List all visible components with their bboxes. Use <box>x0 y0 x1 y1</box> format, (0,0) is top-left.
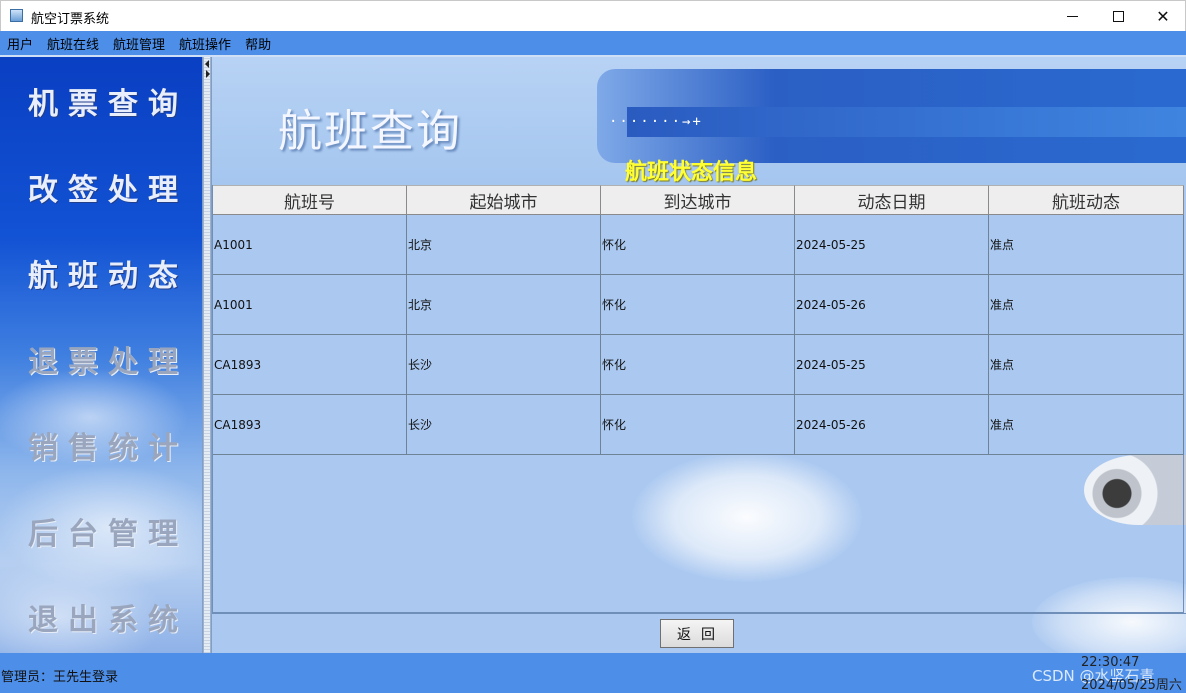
column-header-destination[interactable]: 到达城市 <box>601 185 795 215</box>
column-header-flight-no[interactable]: 航班号 <box>213 185 407 215</box>
column-header-status[interactable]: 航班动态 <box>989 185 1184 215</box>
expand-right-icon[interactable] <box>206 70 210 78</box>
sidebar-item-rebooking[interactable]: 改签处理 <box>0 165 203 209</box>
airplane-icon: ·······→+ <box>609 114 703 130</box>
menu-user[interactable]: 用户 <box>7 34 33 53</box>
table-header: 航班号 起始城市 到达城市 动态日期 航班动态 <box>213 185 1184 215</box>
menu-flight-management[interactable]: 航班管理 <box>113 34 165 53</box>
back-button[interactable]: 返回 <box>660 619 734 648</box>
cell-destination[interactable]: 怀化 <box>601 395 795 455</box>
flight-status-table: 航班号 起始城市 到达城市 动态日期 航班动态 A1001 北京 怀化 2024… <box>212 185 1184 613</box>
cell-status[interactable]: 准点 <box>989 275 1184 335</box>
sidebar-item-sales-stats[interactable]: 销售统计 <box>0 423 203 467</box>
cell-date[interactable]: 2024-05-26 <box>795 275 989 335</box>
cell-status[interactable]: 准点 <box>989 395 1184 455</box>
menu-flight-online[interactable]: 航班在线 <box>47 34 99 53</box>
menu-flight-operations[interactable]: 航班操作 <box>179 34 231 53</box>
app-icon <box>10 9 23 22</box>
cell-origin[interactable]: 北京 <box>407 275 601 335</box>
column-header-origin[interactable]: 起始城市 <box>407 185 601 215</box>
maximize-button[interactable] <box>1095 1 1141 31</box>
table-row[interactable]: CA1893 长沙 怀化 2024-05-25 准点 <box>213 335 1184 395</box>
cell-flight-no[interactable]: A1001 <box>213 275 407 335</box>
close-button[interactable]: ✕ <box>1140 1 1186 31</box>
menu-bar: 用户 航班在线 航班管理 航班操作 帮助 <box>0 31 1186 55</box>
cell-destination[interactable]: 怀化 <box>601 215 795 275</box>
menu-help[interactable]: 帮助 <box>245 34 271 53</box>
cell-date[interactable]: 2024-05-26 <box>795 395 989 455</box>
cell-status[interactable]: 准点 <box>989 335 1184 395</box>
cell-origin[interactable]: 长沙 <box>407 335 601 395</box>
sidebar-item-refund[interactable]: 退票处理 <box>0 337 203 381</box>
clock-date: 2024/05/25周六 <box>1081 678 1182 693</box>
close-icon: ✕ <box>1156 6 1170 26</box>
sidebar-item-exit[interactable]: 退出系统 <box>0 595 203 639</box>
clock-time: 22:30:47 <box>1081 655 1140 670</box>
cell-origin[interactable]: 长沙 <box>407 395 601 455</box>
status-bar: 管理员：王先生登录 CSDN @水坚石青 22:30:47 2024/05/25… <box>0 653 1186 693</box>
cell-flight-no[interactable]: CA1893 <box>213 395 407 455</box>
sidebar-item-ticket-query[interactable]: 机票查询 <box>0 79 203 123</box>
split-pane-divider[interactable] <box>203 57 211 653</box>
cell-date[interactable]: 2024-05-25 <box>795 335 989 395</box>
sidebar-item-flight-status[interactable]: 航班动态 <box>0 251 203 295</box>
page-title: 航班查询 <box>278 106 462 157</box>
table-row[interactable]: CA1893 长沙 怀化 2024-05-26 准点 <box>213 395 1184 455</box>
table-row[interactable]: A1001 北京 怀化 2024-05-26 准点 <box>213 275 1184 335</box>
banner-stripe: ·······→+ <box>597 69 1186 163</box>
cell-flight-no[interactable]: A1001 <box>213 215 407 275</box>
table-body: A1001 北京 怀化 2024-05-25 准点 A1001 北京 怀化 20… <box>213 215 1184 455</box>
sidebar: 机票查询 改签处理 航班动态 退票处理 销售统计 后台管理 退出系统 <box>0 57 203 653</box>
section-title: 航班状态信息 <box>625 160 758 185</box>
banner-band <box>627 107 1186 137</box>
main-panel: ·······→+ 航班查询 航班状态信息 航班号 起始城市 到达城市 动态日期… <box>211 57 1186 653</box>
cell-destination[interactable]: 怀化 <box>601 335 795 395</box>
cell-date[interactable]: 2024-05-25 <box>795 215 989 275</box>
minimize-icon <box>1066 15 1078 17</box>
sidebar-item-admin[interactable]: 后台管理 <box>0 509 203 553</box>
cell-destination[interactable]: 怀化 <box>601 275 795 335</box>
cell-flight-no[interactable]: CA1893 <box>213 335 407 395</box>
maximize-icon <box>1112 10 1124 22</box>
column-header-date[interactable]: 动态日期 <box>795 185 989 215</box>
window-title: 航空订票系统 <box>31 12 110 27</box>
collapse-left-icon[interactable] <box>205 60 209 68</box>
cell-status[interactable]: 准点 <box>989 215 1184 275</box>
table-row[interactable]: A1001 北京 怀化 2024-05-25 准点 <box>213 215 1184 275</box>
admin-login-status: 管理员：王先生登录 <box>1 670 119 685</box>
title-bar: 航空订票系统 ✕ <box>0 0 1186 31</box>
cell-origin[interactable]: 北京 <box>407 215 601 275</box>
minimize-button[interactable] <box>1049 1 1095 31</box>
